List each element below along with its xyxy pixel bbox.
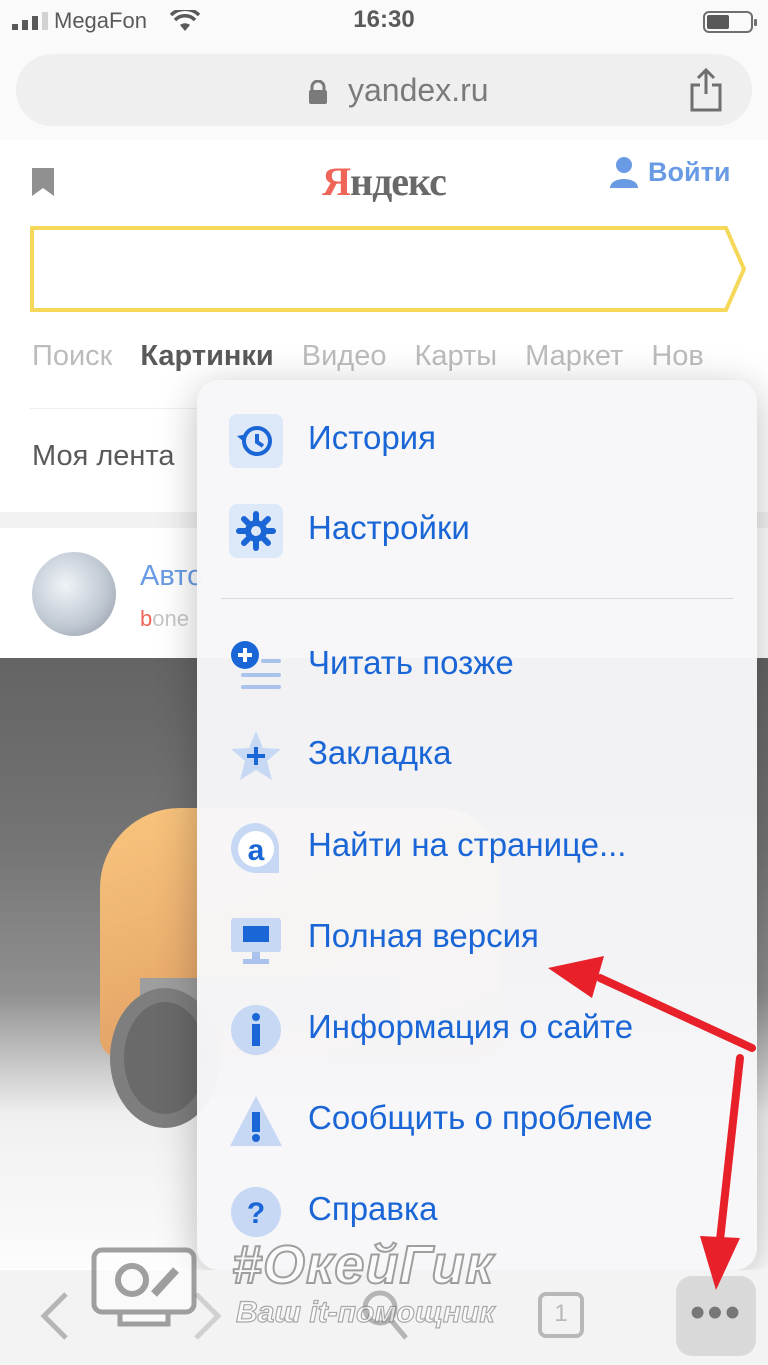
browser-menu: История Настройки Читать позже Закладка … <box>197 380 757 1270</box>
logo-first-letter: Я <box>322 159 351 204</box>
warning-icon <box>230 1096 282 1146</box>
menu-item-desktop-version[interactable]: Полная версия <box>197 903 757 973</box>
menu-item-label: Справка <box>308 1190 438 1227</box>
back-arrow-icon[interactable] <box>36 1290 72 1342</box>
more-menu-button[interactable]: ••• <box>676 1276 756 1356</box>
desktop-icon <box>231 918 281 964</box>
menu-item-label: Найти на странице... <box>308 826 627 863</box>
menu-item-label: Сообщить о проблеме <box>308 1099 653 1136</box>
menu-item-site-info[interactable]: Информация о сайте <box>197 994 757 1064</box>
watermark-logo-icon <box>91 1247 197 1327</box>
url-text: yandex.ru <box>348 72 489 108</box>
find-in-page-icon: a <box>230 823 280 873</box>
login-button[interactable]: Войти <box>610 156 730 188</box>
avatar[interactable] <box>32 552 116 636</box>
watermark: #ОкейГик Ваш it-помощник <box>90 1230 530 1340</box>
tab-search[interactable]: Поиск <box>32 340 112 380</box>
read-later-icon <box>231 641 281 689</box>
info-icon <box>231 1005 281 1055</box>
menu-item-label: Полная версия <box>308 917 539 954</box>
menu-item-label: Закладка <box>308 734 452 771</box>
logo-rest: ндекс <box>350 159 447 204</box>
svg-text:?: ? <box>247 1197 265 1230</box>
status-bar: MegaFon 16:30 <box>0 0 768 44</box>
svg-text:a: a <box>248 834 265 867</box>
person-icon <box>610 157 638 188</box>
card-title[interactable]: Авто <box>140 560 203 593</box>
share-icon[interactable] <box>688 68 724 112</box>
menu-item-label: Настройки <box>308 509 470 546</box>
menu-divider <box>221 598 733 599</box>
tab-market[interactable]: Маркет <box>525 340 623 380</box>
service-tabs: Поиск Картинки Видео Карты Маркет Нов <box>32 340 704 380</box>
login-label: Войти <box>648 156 731 187</box>
tabs-button[interactable]: 1 <box>538 1292 584 1338</box>
star-plus-icon <box>231 731 281 780</box>
tab-news[interactable]: Нов <box>651 340 703 380</box>
gear-icon <box>229 504 283 558</box>
menu-item-label: История <box>308 419 436 456</box>
tab-video[interactable]: Видео <box>302 340 387 380</box>
menu-item-read-later[interactable]: Читать позже <box>197 630 757 700</box>
tab-maps[interactable]: Карты <box>415 340 498 380</box>
more-dots-icon: ••• <box>689 1288 743 1337</box>
menu-item-bookmark[interactable]: Закладка <box>197 720 757 790</box>
menu-item-settings[interactable]: Настройки <box>197 495 757 565</box>
menu-item-label: Информация о сайте <box>308 1008 634 1045</box>
history-icon <box>229 414 283 468</box>
card-source: bone <box>140 606 189 631</box>
clock: 16:30 <box>353 6 415 33</box>
tab-images[interactable]: Картинки <box>140 340 273 380</box>
browser-address-area: yandex.ru <box>0 44 768 140</box>
menu-item-history[interactable]: История <box>197 405 757 475</box>
menu-item-report-problem[interactable]: Сообщить о проблеме <box>197 1085 757 1155</box>
lock-icon <box>309 80 327 104</box>
battery-icon <box>703 11 757 33</box>
menu-item-label: Читать позже <box>308 644 514 681</box>
address-bar[interactable]: yandex.ru <box>16 54 752 126</box>
search-input[interactable] <box>30 226 746 312</box>
watermark-title: #ОкейГик <box>231 1234 494 1296</box>
feed-title[interactable]: Моя лента <box>32 440 175 473</box>
menu-item-find[interactable]: a Найти на странице... <box>197 812 757 882</box>
watermark-subtitle: Ваш it-помощник <box>235 1295 495 1329</box>
